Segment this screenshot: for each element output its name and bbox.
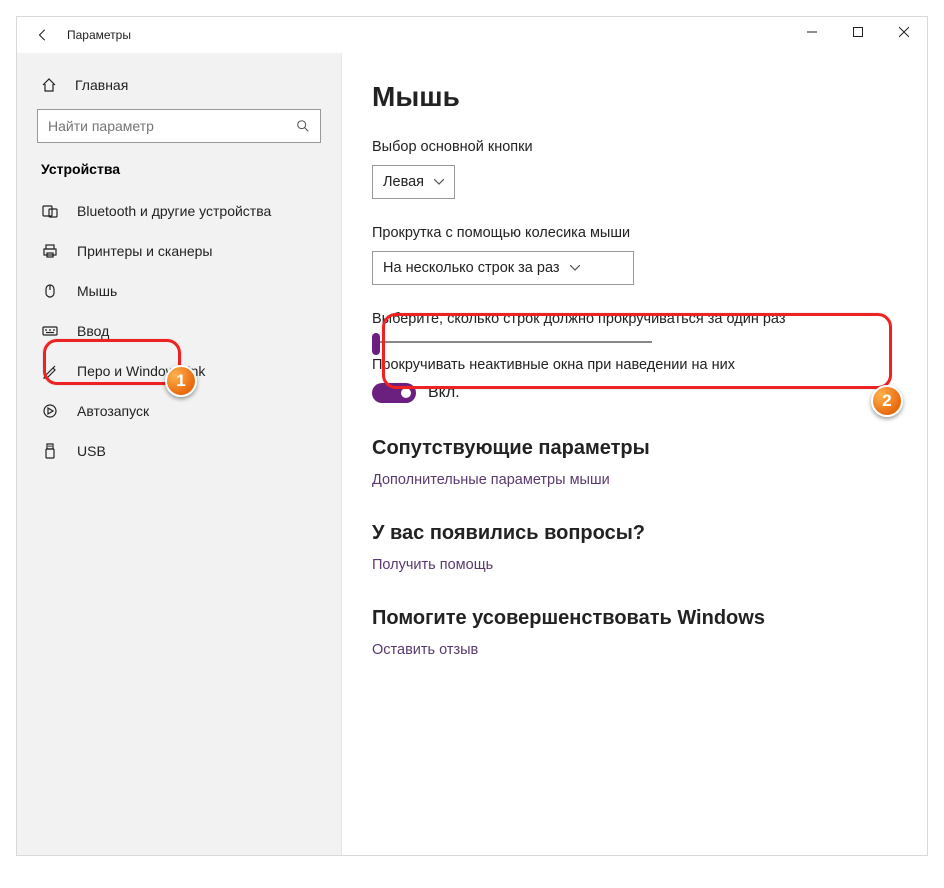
close-button[interactable] xyxy=(881,17,927,47)
leave-feedback-link[interactable]: Оставить отзыв xyxy=(372,642,887,658)
search-input[interactable] xyxy=(37,109,321,143)
maximize-button[interactable] xyxy=(835,17,881,47)
related-heading: Сопутствующие параметры xyxy=(372,437,887,460)
chevron-down-icon xyxy=(434,179,444,185)
lines-slider[interactable] xyxy=(372,341,887,343)
slider-thumb[interactable] xyxy=(372,333,380,355)
primary-button-label: Выбор основной кнопки xyxy=(372,139,887,155)
sidebar-item-printer[interactable]: Принтеры и сканеры xyxy=(17,231,341,271)
sidebar-item-usb[interactable]: USB xyxy=(17,431,341,471)
feedback-heading: Помогите усовершенствовать Windows xyxy=(372,607,887,630)
sidebar-item-keyboard[interactable]: Ввод xyxy=(17,311,341,351)
minimize-button[interactable] xyxy=(789,17,835,47)
sidebar-item-label: Принтеры и сканеры xyxy=(77,243,212,259)
home-link[interactable]: Главная xyxy=(17,73,341,109)
scroll-mode-label: Прокрутка с помощью колесика мыши xyxy=(372,225,887,241)
titlebar: Параметры xyxy=(17,17,927,53)
bluetooth-devices-icon xyxy=(41,203,59,219)
window-title: Параметры xyxy=(67,28,131,42)
annotation-badge-2: 2 xyxy=(871,385,903,417)
help-heading: У вас появились вопросы? xyxy=(372,522,887,545)
search-icon xyxy=(296,119,310,133)
sidebar: Главная Устройства Bluetooth и другие ус… xyxy=(17,53,342,855)
chevron-down-icon xyxy=(570,265,580,271)
autoplay-icon xyxy=(41,403,59,419)
home-label: Главная xyxy=(75,77,128,93)
inactive-windows-toggle[interactable] xyxy=(372,383,416,403)
scroll-mode-select[interactable]: На несколько строк за раз xyxy=(372,251,634,285)
toggle-state-label: Вкл. xyxy=(428,384,460,402)
sidebar-item-label: Bluetooth и другие устройства xyxy=(77,203,271,219)
usb-icon xyxy=(41,443,59,459)
back-button[interactable] xyxy=(33,28,53,42)
sidebar-item-label: Автозапуск xyxy=(77,403,149,419)
mouse-icon xyxy=(41,283,59,299)
additional-mouse-options-link[interactable]: Дополнительные параметры мыши xyxy=(372,472,887,488)
inactive-windows-label: Прокручивать неактивные окна при наведен… xyxy=(372,357,887,373)
window-controls xyxy=(789,17,927,47)
toggle-knob xyxy=(401,388,411,398)
primary-button-value: Левая xyxy=(383,174,424,190)
sidebar-item-autoplay[interactable]: Автозапуск xyxy=(17,391,341,431)
printer-icon xyxy=(41,243,59,259)
sidebar-item-label: Мышь xyxy=(77,283,117,299)
content-area: Главная Устройства Bluetooth и другие ус… xyxy=(17,53,927,855)
annotation-badge-1: 1 xyxy=(165,365,197,397)
home-icon xyxy=(41,77,59,93)
category-heading: Устройства xyxy=(17,161,341,191)
search-field[interactable] xyxy=(48,118,296,134)
lines-label: Выберите, сколько строк должно прокручив… xyxy=(372,311,887,327)
get-help-link[interactable]: Получить помощь xyxy=(372,557,887,573)
sidebar-item-bluetooth-devices[interactable]: Bluetooth и другие устройства xyxy=(17,191,341,231)
primary-button-select[interactable]: Левая xyxy=(372,165,455,199)
scroll-mode-value: На несколько строк за раз xyxy=(383,260,560,276)
page-title: Мышь xyxy=(372,81,887,113)
main-panel: Мышь Выбор основной кнопки Левая Прокрут… xyxy=(342,53,927,855)
slider-track[interactable] xyxy=(372,341,652,343)
pen-icon xyxy=(41,363,59,379)
sidebar-item-mouse[interactable]: Мышь xyxy=(17,271,341,311)
sidebar-item-label: Ввод xyxy=(77,323,109,339)
settings-window: Параметры Главная xyxy=(16,16,928,856)
sidebar-item-label: USB xyxy=(77,443,106,459)
keyboard-icon xyxy=(41,323,59,339)
